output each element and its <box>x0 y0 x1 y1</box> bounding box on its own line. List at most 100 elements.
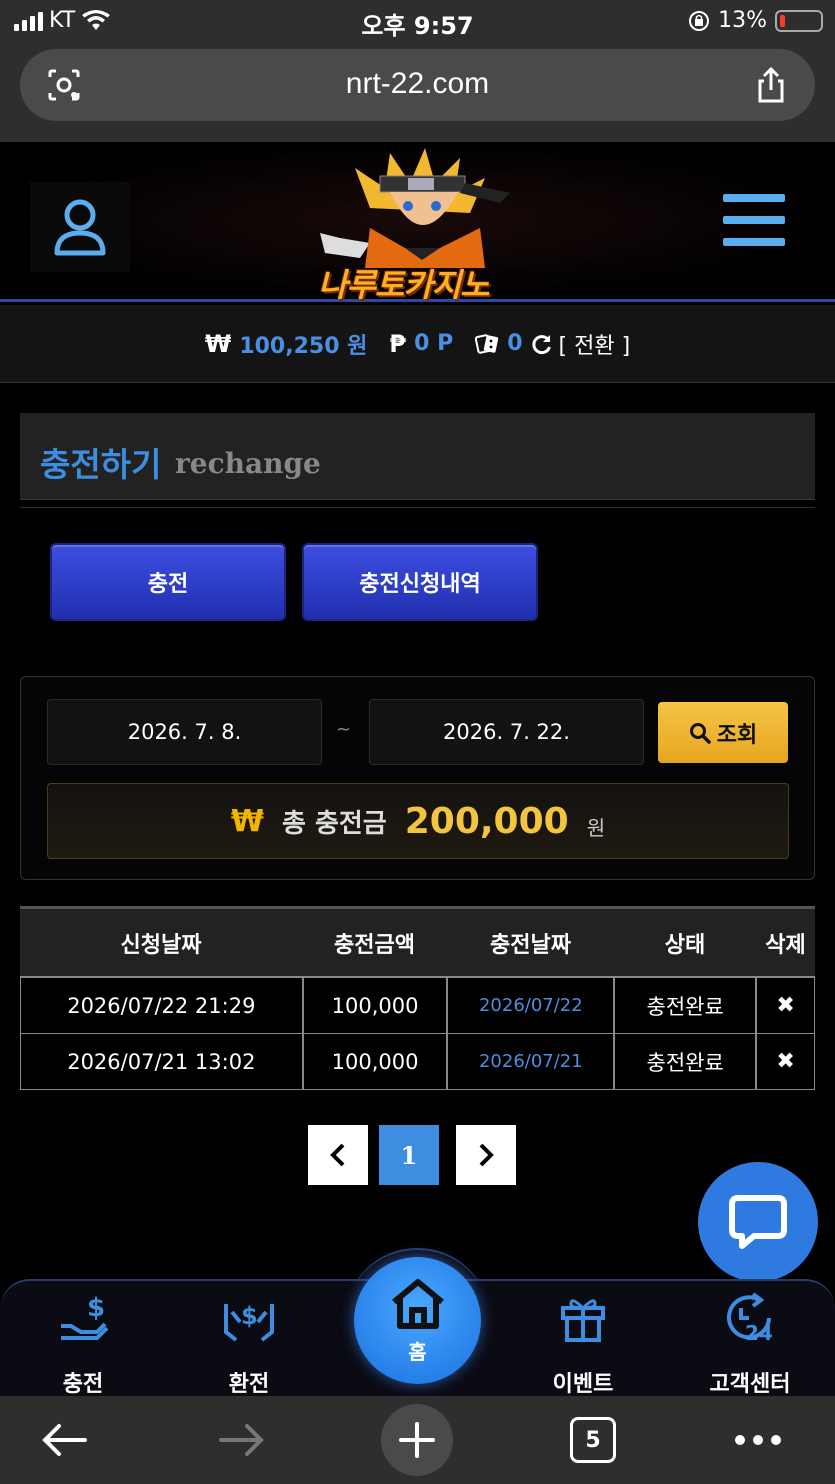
won-balance: ₩ 100,250 원 <box>205 328 368 360</box>
cell-status: 충전완료 <box>613 978 755 1033</box>
col-delete: 삭제 <box>765 932 806 958</box>
logo-character-image <box>320 148 510 268</box>
search-panel: 2026. 7. 8. ~ 2026. 7. 22. 조회 ₩ 총 충전금 20… <box>20 676 815 880</box>
status-bar: KT 오후 9:57 13% <box>0 0 835 42</box>
menu-line <box>723 194 785 202</box>
refresh-icon <box>531 334 551 354</box>
hand-dollar-icon: $ <box>61 1293 109 1340</box>
new-tab-button[interactable] <box>381 1404 453 1476</box>
share-icon[interactable] <box>751 65 791 105</box>
user-button[interactable] <box>30 182 130 272</box>
total-charge-label: 총 충전금 <box>281 808 387 839</box>
date-separator: ~ <box>336 719 352 740</box>
convert-button[interactable]: [ 전환 ] <box>531 328 631 360</box>
tab-count-badge: 5 <box>570 1417 616 1463</box>
svg-text:$: $ <box>87 1293 105 1323</box>
total-charge-unit: 원 <box>586 815 606 840</box>
home-icon <box>391 1279 444 1329</box>
page-title-box: 충전하기 rechange <box>20 413 815 500</box>
nav-home-label: 홈 <box>408 1340 427 1364</box>
tab-charge-history[interactable]: 충전신청내역 <box>302 543 538 621</box>
nav-support-label: 고객센터 <box>709 1372 791 1397</box>
site-logo[interactable]: 나루토카지노 <box>310 148 525 304</box>
table-row: 2026/07/22 21:29 100,000 2026/07/22 충전완료… <box>20 978 814 1034</box>
battery-percent: 13% <box>718 8 767 33</box>
delete-button[interactable]: ✖ <box>755 978 814 1033</box>
table-row: 2026/07/21 13:02 100,000 2026/07/21 충전완료… <box>20 1034 814 1090</box>
date-from-field[interactable]: 2026. 7. 8. <box>47 699 322 765</box>
convert-label: [ 전환 ] <box>558 333 631 359</box>
cell-requested-date: 2026/07/21 13:02 <box>20 1034 302 1089</box>
arrow-right-icon <box>219 1424 264 1456</box>
chevron-right-icon <box>479 1143 494 1167</box>
cell-charged-date: 2026/07/22 <box>446 978 613 1033</box>
battery-icon <box>775 9 823 32</box>
point-balance: ₱ 0 P <box>389 330 453 358</box>
search-icon <box>689 722 711 744</box>
gift-icon <box>561 1298 605 1342</box>
tab-count: 5 <box>585 1427 601 1453</box>
point-balance-value: 0 P <box>414 331 454 356</box>
nav-exchange[interactable]: $ 환전 <box>194 1281 304 1398</box>
delete-button[interactable]: ✖ <box>755 1034 814 1089</box>
address-bar[interactable]: nrt-22.com <box>20 49 815 121</box>
cell-status: 충전완료 <box>613 1034 755 1089</box>
chat-bubble-icon <box>729 1195 787 1249</box>
chat-button[interactable] <box>698 1162 818 1282</box>
logo-text: 나루토카지노 <box>318 266 490 304</box>
page-subtitle: rechange <box>175 447 321 480</box>
support-24-icon: 24 <box>727 1291 773 1344</box>
cell-charged-date: 2026/07/21 <box>446 1034 613 1089</box>
col-status: 상태 <box>664 932 706 958</box>
tab-charge[interactable]: 충전 <box>50 543 286 621</box>
chip-balance: 0 [ 전환 ] <box>475 328 630 360</box>
cell-amount: 100,000 <box>301 1034 447 1089</box>
table-body: 2026/07/22 21:29 100,000 2026/07/22 충전완료… <box>20 976 815 1090</box>
rotation-lock-icon <box>689 10 710 31</box>
charge-history-table: 신청날짜 충전금액 충전날짜 상태 삭제 2026/07/22 21:29 10… <box>20 906 815 1090</box>
nav-exchange-label: 환전 <box>228 1372 270 1397</box>
nav-home[interactable]: 홈 <box>354 1257 481 1384</box>
next-page-button[interactable] <box>456 1125 516 1185</box>
table-header: 신청날짜 충전금액 충전날짜 상태 삭제 <box>20 906 815 976</box>
status-right: 13% <box>688 8 823 33</box>
nav-support[interactable]: 24 고객센터 <box>695 1281 805 1398</box>
page-title: 충전하기 <box>40 445 162 484</box>
page-number-current[interactable]: 1 <box>379 1125 439 1185</box>
arrow-left-icon <box>42 1424 87 1456</box>
forward-button[interactable] <box>212 1410 272 1470</box>
more-button[interactable] <box>728 1410 788 1470</box>
url-text[interactable]: nrt-22.com <box>20 67 815 101</box>
nav-event[interactable]: 이벤트 <box>528 1281 638 1398</box>
site-header: 나루토카지노 <box>0 142 835 304</box>
back-button[interactable] <box>34 1410 94 1470</box>
menu-button[interactable] <box>723 194 785 246</box>
col-charged-date: 충전날짜 <box>490 932 571 958</box>
won-icon: ₩ <box>230 803 264 839</box>
cell-amount: 100,000 <box>301 978 447 1033</box>
search-button[interactable]: 조회 <box>658 702 788 763</box>
prev-page-button[interactable] <box>308 1125 368 1185</box>
search-button-label: 조회 <box>716 722 758 748</box>
won-icon: ₩ <box>204 329 232 358</box>
browser-toolbar: 5 <box>0 1396 835 1484</box>
date-to-field[interactable]: 2026. 7. 22. <box>369 699 644 765</box>
cell-requested-date: 2026/07/22 21:29 <box>20 978 302 1033</box>
nav-event-label: 이벤트 <box>552 1372 614 1397</box>
menu-line <box>723 216 785 224</box>
point-icon: ₱ <box>389 329 407 358</box>
svg-text:24: 24 <box>745 1321 773 1344</box>
total-charge-box: ₩ 총 충전금 200,000 원 <box>47 783 789 859</box>
total-charge-amount: 200,000 <box>404 800 569 842</box>
balance-bar: ₩ 100,250 원 ₱ 0 P 0 [ 전환 ] <box>0 305 835 383</box>
chevron-left-icon <box>330 1143 345 1167</box>
nav-charge[interactable]: $ 충전 <box>28 1281 138 1398</box>
divider <box>20 507 815 508</box>
svg-text:$: $ <box>241 1302 258 1330</box>
won-balance-value: 100,250 원 <box>239 333 368 359</box>
tabs-button[interactable]: 5 <box>569 1410 617 1470</box>
chip-balance-value: 0 <box>507 331 523 356</box>
menu-line <box>723 238 785 246</box>
dice-icon <box>475 333 499 354</box>
exchange-hands-icon: $ <box>224 1302 274 1342</box>
